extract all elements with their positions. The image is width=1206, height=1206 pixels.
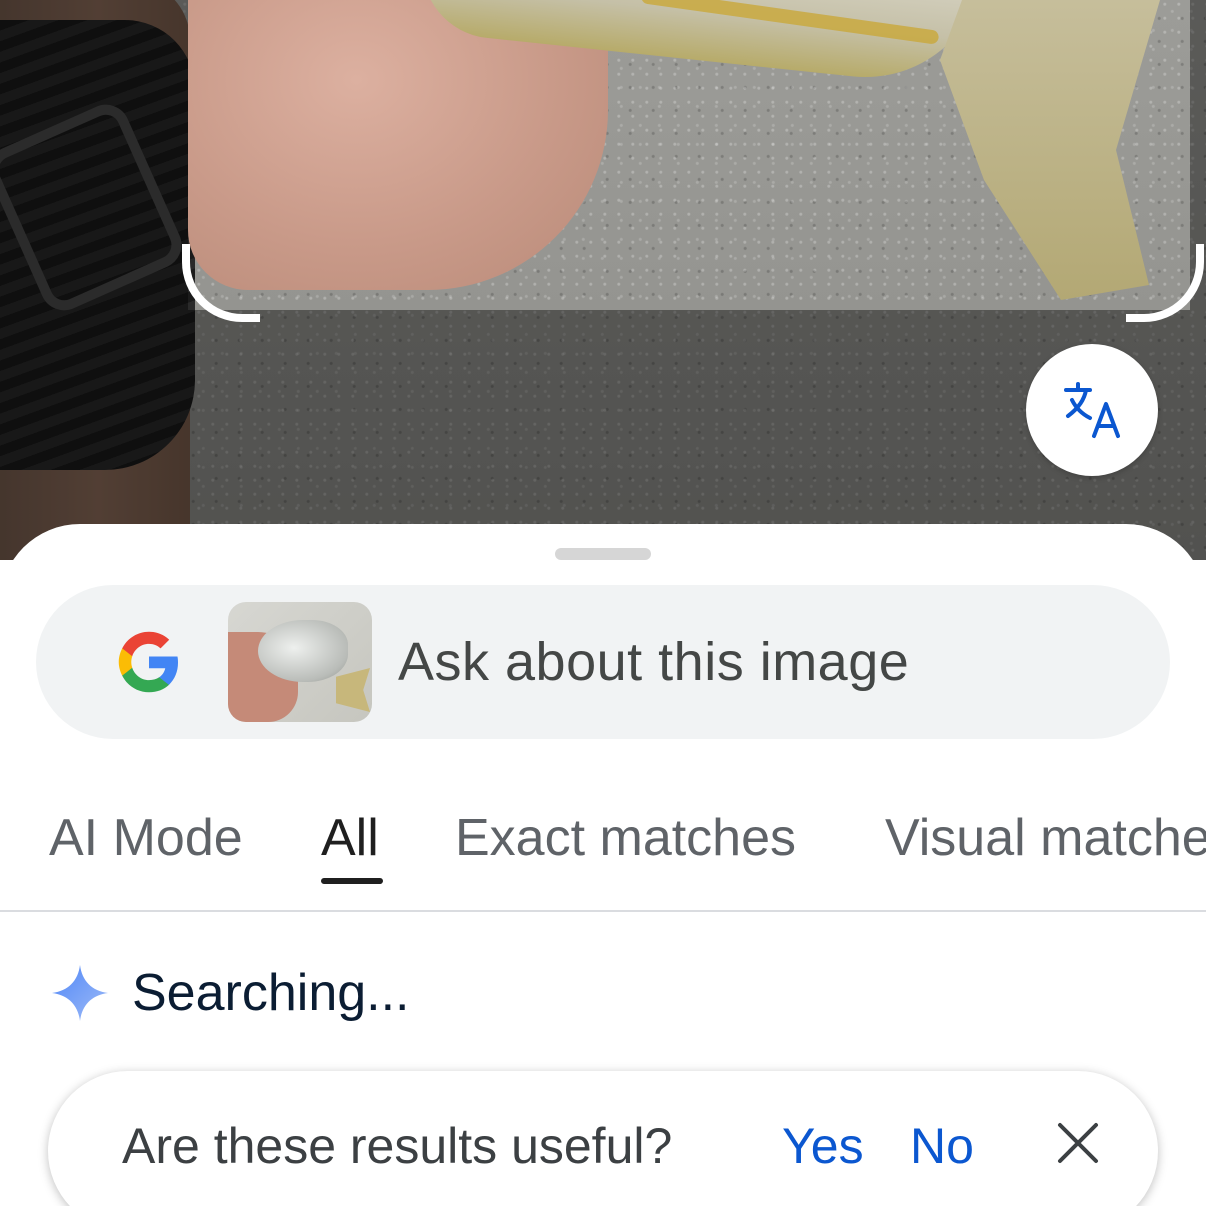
dim-overlay-bottom — [0, 310, 1206, 560]
search-status: Searching... — [50, 960, 410, 1026]
results-sheet: Ask about this image AI Mode All Exact m… — [0, 524, 1206, 1206]
feedback-no-button[interactable]: No — [910, 1117, 974, 1175]
active-tab-indicator — [321, 878, 383, 884]
status-text: Searching... — [132, 964, 410, 1022]
feedback-card: Are these results useful? Yes No — [48, 1071, 1158, 1206]
tab-ai-mode[interactable]: AI Mode — [49, 808, 243, 868]
translate-button[interactable] — [1026, 344, 1158, 476]
image-thumbnail[interactable] — [228, 602, 372, 722]
feedback-question: Are these results useful? — [122, 1118, 673, 1174]
tab-exact-matches[interactable]: Exact matches — [455, 808, 796, 868]
results-tabs: AI Mode All Exact matches Visual matches — [0, 764, 1206, 912]
sparkle-icon — [52, 965, 108, 1021]
thumbnail-fish-tail — [336, 668, 370, 712]
dim-overlay-left — [0, 0, 188, 310]
camera-view[interactable] — [0, 0, 1206, 560]
search-bar[interactable]: Ask about this image — [36, 585, 1170, 739]
tab-all[interactable]: All — [321, 808, 379, 868]
thumbnail-fish — [258, 620, 348, 682]
search-placeholder[interactable]: Ask about this image — [398, 631, 909, 693]
google-g-icon — [118, 631, 179, 693]
tab-visual-matches[interactable]: Visual matches — [885, 808, 1206, 868]
close-icon[interactable] — [1056, 1121, 1100, 1165]
translate-icon — [1064, 382, 1120, 438]
feedback-yes-button[interactable]: Yes — [782, 1117, 864, 1175]
sheet-drag-handle[interactable] — [555, 548, 651, 560]
